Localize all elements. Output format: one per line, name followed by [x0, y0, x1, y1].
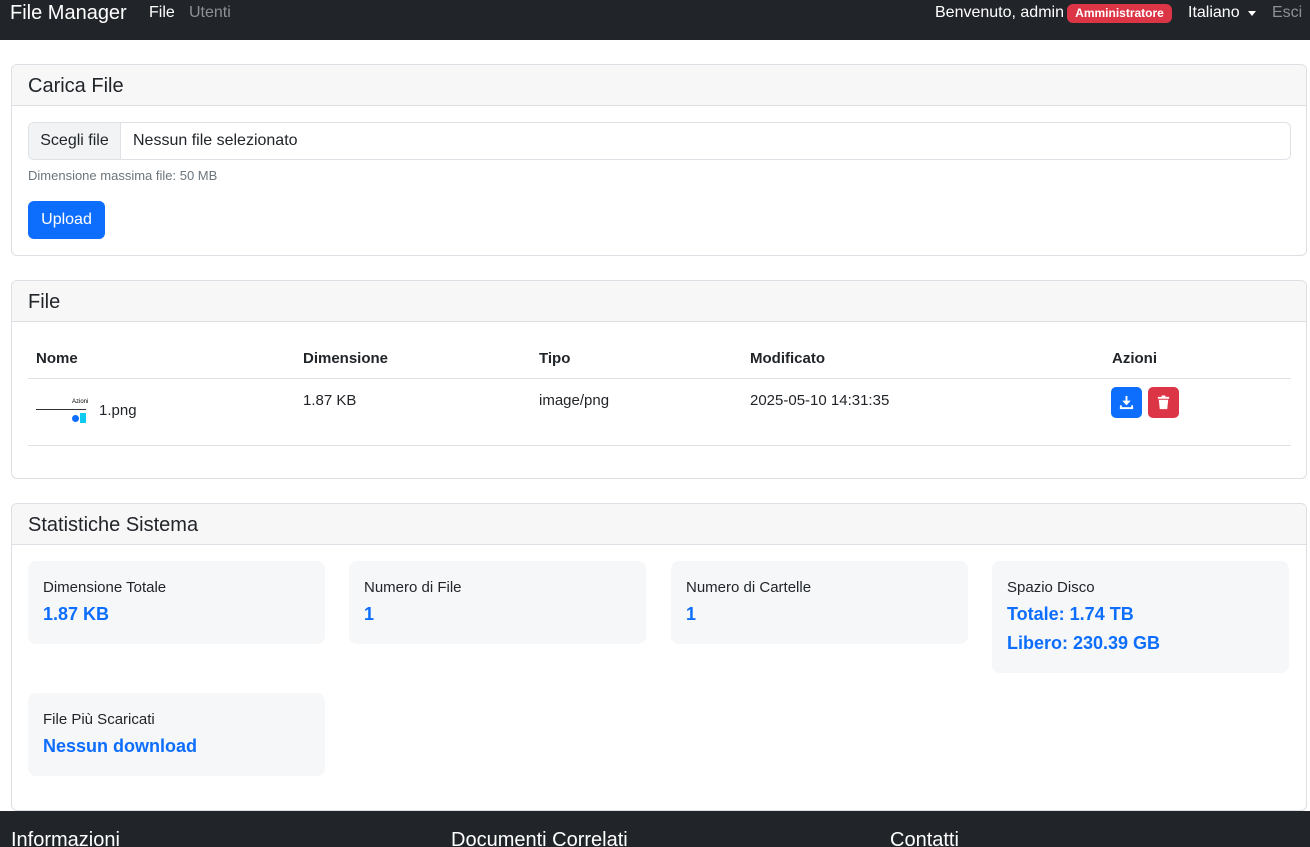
stat-label: File Più Scaricati	[43, 711, 155, 728]
choose-file-button[interactable]: Scegli file	[29, 123, 121, 159]
stat-disk-space: Spazio Disco Totale: 1.74 TB Libero: 230…	[992, 561, 1289, 673]
upload-button[interactable]: Upload	[28, 201, 105, 239]
files-card: File Nome Dimensione Tipo Modificato Azi…	[11, 280, 1307, 479]
stat-value: 1.87 KB	[43, 604, 110, 624]
files-card-title: File	[28, 291, 61, 313]
brand-title[interactable]: File Manager	[10, 2, 127, 25]
stats-card-header: Statistiche Sistema	[12, 504, 1306, 545]
stat-label: Numero di File	[364, 579, 462, 596]
upload-card-title: Carica File	[28, 75, 124, 97]
file-modified: 2025-05-10 14:31:35	[750, 392, 890, 409]
language-dropdown[interactable]: Italiano	[1188, 4, 1240, 22]
disk-total-value: Totale: 1.74 TB	[1007, 604, 1134, 624]
stat-label: Spazio Disco	[1007, 579, 1095, 596]
stats-card-title: Statistiche Sistema	[28, 514, 199, 536]
stat-value: 1	[364, 604, 375, 624]
top-navbar: File Manager File Utenti Benvenuto, admi…	[0, 0, 1310, 40]
file-input[interactable]: Scegli file Nessun file selezionato	[28, 122, 1291, 160]
column-header-modified: Modificato	[750, 350, 825, 367]
stat-total-size: Dimensione Totale 1.87 KB	[28, 561, 325, 644]
footer-heading-contacts: Contatti	[890, 829, 959, 847]
file-size: 1.87 KB	[303, 392, 357, 409]
upload-card: Carica File Scegli file Nessun file sele…	[11, 64, 1307, 256]
column-header-type: Tipo	[539, 350, 571, 367]
role-badge: Amministratore	[1067, 4, 1172, 23]
file-name[interactable]: 1.png	[99, 402, 137, 419]
logout-link[interactable]: Esci	[1272, 4, 1302, 22]
column-header-size: Dimensione	[303, 350, 389, 367]
file-thumbnail[interactable]: Azioni	[36, 388, 89, 434]
footer-heading-docs: Documenti Correlati	[451, 829, 628, 847]
max-size-hint: Dimensione massima file: 50 MB	[28, 168, 218, 183]
stat-file-count: Numero di File 1	[349, 561, 646, 644]
thumbnail-square	[80, 413, 86, 423]
table-row-divider	[28, 445, 1291, 446]
stat-label: Dimensione Totale	[43, 579, 167, 596]
column-header-actions: Azioni	[1112, 350, 1157, 367]
stat-value: 1	[686, 604, 697, 624]
stat-folder-count: Numero di Cartelle 1	[671, 561, 968, 644]
thumbnail-line	[36, 409, 86, 410]
table-header-divider	[28, 378, 1291, 379]
thumbnail-text: Azioni	[72, 399, 89, 405]
download-button[interactable]	[1111, 387, 1142, 418]
file-type: image/png	[539, 392, 610, 409]
download-icon	[1119, 395, 1134, 410]
stat-value: Nessun download	[43, 736, 198, 756]
upload-card-header: Carica File	[12, 65, 1306, 106]
welcome-text: Benvenuto, admin	[935, 4, 1064, 21]
column-header-name: Nome	[36, 350, 78, 367]
nav-link-file[interactable]: File	[149, 4, 175, 22]
nav-link-users[interactable]: Utenti	[189, 4, 231, 22]
disk-free-value: Libero: 230.39 GB	[1007, 633, 1161, 653]
trash-icon	[1157, 395, 1170, 410]
footer: Informazioni Documenti Correlati Contatt…	[0, 811, 1310, 847]
caret-down-icon[interactable]	[1248, 11, 1256, 16]
thumbnail-dot	[72, 415, 79, 422]
file-input-status: Nessun file selezionato	[133, 132, 298, 149]
stat-label: Numero di Cartelle	[686, 579, 812, 596]
footer-heading-info: Informazioni	[11, 829, 120, 847]
stats-card: Statistiche Sistema Dimensione Totale 1.…	[11, 503, 1307, 811]
delete-button[interactable]	[1148, 387, 1179, 418]
files-card-header: File	[12, 281, 1306, 322]
stat-top-downloads: File Più Scaricati Nessun download	[28, 693, 325, 776]
